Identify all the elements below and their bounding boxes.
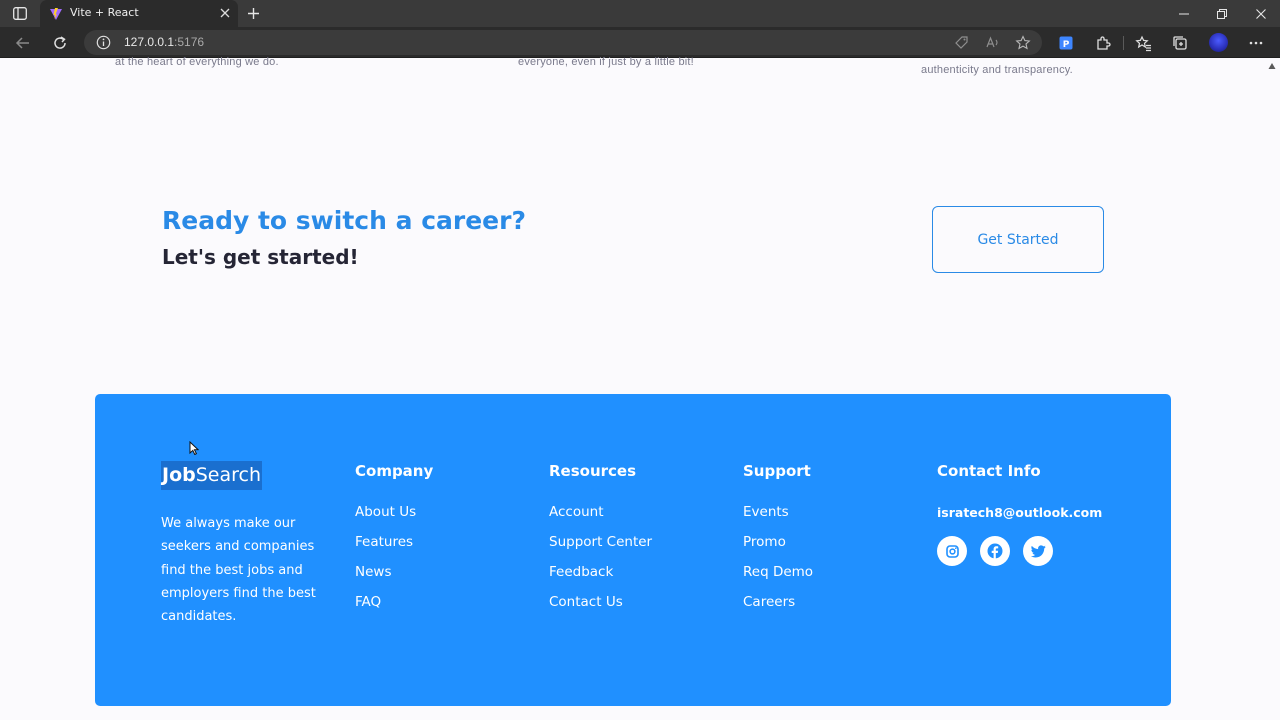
footer-column-support: Support Events Promo Req Demo Careers [743, 462, 813, 624]
restore-icon[interactable] [1203, 0, 1241, 27]
profile-avatar[interactable] [1209, 33, 1228, 52]
logo-regular-text: Search [195, 464, 262, 486]
collections-icon[interactable] [1170, 33, 1190, 53]
column-heading: Support [743, 462, 811, 480]
minimize-icon[interactable] [1165, 0, 1203, 27]
site-footer: JobSearch We always make our seekers and… [95, 394, 1171, 706]
read-aloud-icon[interactable] [984, 34, 1001, 51]
footer-link-faq[interactable]: FAQ [355, 594, 433, 624]
scroll-up-arrow-icon[interactable] [1268, 62, 1276, 70]
close-window-icon[interactable] [1242, 0, 1280, 27]
site-info-icon[interactable] [96, 35, 111, 50]
close-tab-icon[interactable] [218, 6, 232, 20]
value-description-3: authenticity and transparency. [921, 64, 1073, 76]
add-favorite-icon[interactable] [1014, 34, 1031, 51]
column-heading: Company [355, 462, 434, 480]
extensions-puzzle-icon[interactable] [1093, 33, 1113, 53]
favorites-icon[interactable] [1133, 33, 1153, 53]
url-host: 127.0.0.1 [124, 35, 175, 49]
social-links [937, 536, 1102, 566]
mouse-cursor-icon [189, 441, 199, 455]
tag-icon[interactable] [953, 34, 970, 51]
value-description-2: everyone, even if just by a little bit! [518, 56, 694, 68]
toolbar-divider [1123, 36, 1124, 50]
extension-icon[interactable]: P [1056, 33, 1076, 53]
instagram-icon[interactable] [937, 536, 967, 566]
footer-link-contact-us[interactable]: Contact Us [549, 594, 652, 624]
footer-link-news[interactable]: News [355, 564, 433, 594]
back-icon[interactable] [13, 33, 33, 53]
footer-link-req-demo[interactable]: Req Demo [743, 564, 813, 594]
footer-link-feedback[interactable]: Feedback [549, 564, 652, 594]
new-tab-icon[interactable] [245, 5, 262, 22]
url-text: 127.0.0.1:5176 [124, 35, 204, 49]
sidebar-toggle-icon[interactable] [12, 6, 28, 21]
vite-logo-icon [49, 6, 63, 20]
twitter-icon[interactable] [1023, 536, 1053, 566]
page-viewport: at the heart of everything we do. everyo… [0, 56, 1280, 720]
value-description-1: at the heart of everything we do. [115, 56, 279, 68]
footer-link-support-center[interactable]: Support Center [549, 534, 652, 564]
footer-link-events[interactable]: Events [743, 504, 813, 534]
contact-email[interactable]: isratech8@outlook.com [937, 505, 1102, 520]
address-bar: 127.0.0.1:5176 P [0, 27, 1280, 58]
jobsearch-logo[interactable]: JobSearch [161, 461, 263, 490]
footer-link-account[interactable]: Account [549, 504, 652, 534]
footer-link-features[interactable]: Features [355, 534, 433, 564]
footer-link-careers[interactable]: Careers [743, 594, 813, 624]
get-started-button[interactable]: Get Started [932, 206, 1104, 273]
reload-icon[interactable] [50, 33, 70, 53]
footer-column-company: Company About Us Features News FAQ [355, 462, 433, 624]
footer-link-promo[interactable]: Promo [743, 534, 813, 564]
svg-text:P: P [1063, 40, 1070, 50]
cta-title: Ready to switch a career? [162, 206, 526, 235]
logo-bold-text: Job [162, 464, 196, 486]
column-heading: Contact Info [937, 462, 1041, 480]
url-field[interactable]: 127.0.0.1:5176 [84, 30, 1042, 55]
browser-tab-bar: Vite + React [0, 0, 1280, 27]
column-heading: Resources [549, 462, 637, 480]
facebook-icon[interactable] [980, 536, 1010, 566]
tab-title: Vite + React [70, 6, 139, 19]
footer-link-about-us[interactable]: About Us [355, 504, 433, 534]
footer-column-resources: Resources Account Support Center Feedbac… [549, 462, 652, 624]
footer-tagline: We always make our seekers and companies… [161, 516, 316, 625]
url-port: :5176 [174, 35, 205, 49]
cta-subtitle: Let's get started! [162, 245, 359, 269]
more-menu-icon[interactable] [1246, 33, 1266, 53]
browser-tab[interactable]: Vite + React [40, 0, 238, 27]
footer-column-contact: Contact Info isratech8@outlook.com [937, 462, 1102, 566]
